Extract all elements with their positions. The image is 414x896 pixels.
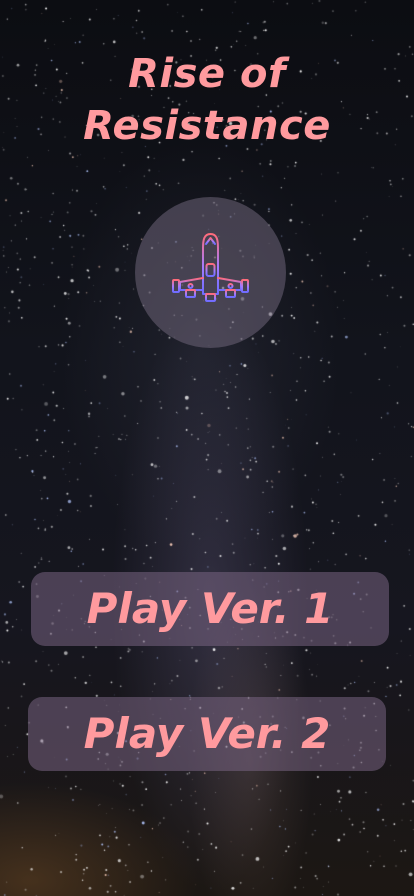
- play-version-1-button[interactable]: Play Ver. 1: [31, 572, 389, 646]
- game-title-line-2: Resistance: [83, 103, 331, 149]
- game-title-line-1: Rise of: [128, 51, 286, 97]
- play-version-2-button[interactable]: Play Ver. 2: [28, 697, 386, 771]
- logo-badge: [135, 197, 286, 348]
- spaceship-icon: [172, 233, 249, 302]
- game-title: Rise of Resistance: [0, 48, 414, 152]
- game-menu-screen: Rise of Resistance Play Ver. 1 Play Ver.…: [0, 0, 414, 896]
